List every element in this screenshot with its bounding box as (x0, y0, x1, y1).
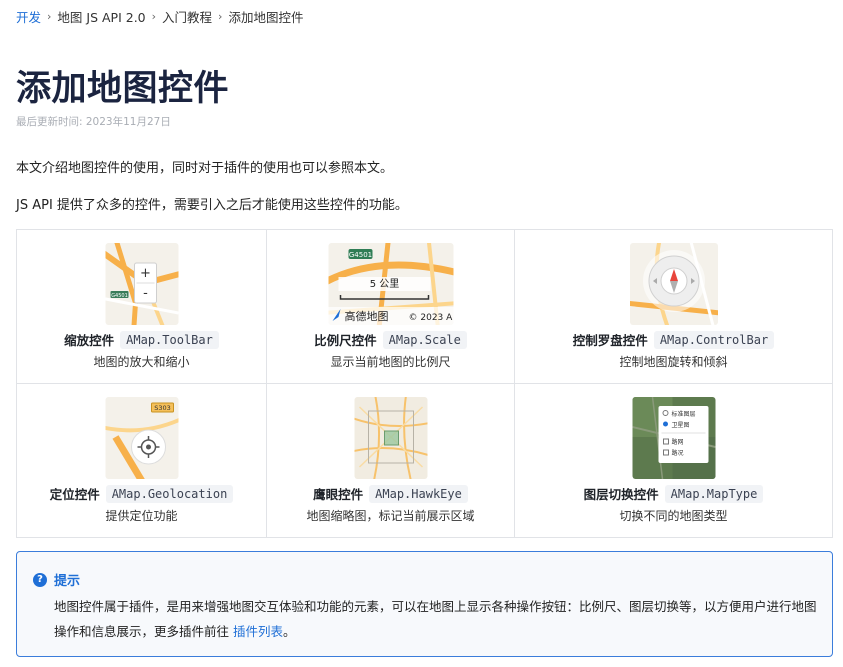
tip-text: 地图控件属于插件，是用来增强地图交互体验和功能的元素，可以在地图上显示各种操作按… (54, 599, 817, 639)
chevron-right-icon: › (47, 9, 52, 23)
control-name: 缩放控件 (64, 333, 115, 348)
control-code: AMap.Scale (382, 330, 467, 349)
control-card-hawkeye: 鹰眼控件 AMap.HawkEye 地图缩略图，标记当前展示区域 (267, 384, 515, 537)
breadcrumb-item-develop[interactable]: 开发 (16, 7, 41, 26)
toolbar-thumbnail: + - G4501 (105, 243, 178, 325)
control-name: 图层切换控件 (583, 487, 659, 502)
control-caption: 定位控件 AMap.Geolocation (17, 484, 266, 503)
control-name: 控制罗盘控件 (572, 333, 648, 348)
control-name: 比例尺控件 (314, 333, 377, 348)
control-code: AMap.MapType (664, 484, 764, 503)
scale-label: 5 公里 (369, 278, 399, 290)
last-updated: 最后更新时间: 2023年11月27日 (16, 116, 171, 128)
control-caption: 图层切换控件 AMap.MapType (515, 484, 832, 503)
control-name: 鹰眼控件 (313, 487, 364, 502)
control-code: AMap.HawkEye (369, 484, 468, 503)
zoom-out-icon: - (143, 286, 148, 301)
road-label: G4501 (348, 251, 371, 259)
intro-paragraph: 本文介绍地图控件的使用，同时对于插件的使用也可以参照本文。 (16, 161, 394, 176)
control-code: AMap.ToolBar (120, 330, 219, 349)
control-caption: 比例尺控件 AMap.Scale (267, 330, 514, 349)
control-desc: 提供定位功能 (105, 509, 178, 523)
layer-option: 标准图层 (671, 410, 695, 418)
breadcrumb: 开发 › 地图 JS API 2.0 › 入门教程 › 添加地图控件 (16, 6, 303, 26)
tip-callout: ? 提示 地图控件属于插件，是用来增强地图交互体验和功能的元素，可以在地图上显示… (16, 551, 833, 657)
control-code: AMap.ControlBar (653, 330, 775, 349)
layer-option: 路况 (671, 449, 683, 457)
breadcrumb-item-tutorial[interactable]: 入门教程 (162, 7, 212, 26)
amap-logo: 高德地图 (344, 309, 388, 323)
control-name: 定位控件 (49, 487, 100, 502)
compass-thumbnail (629, 243, 718, 325)
road-label: G4501 (111, 293, 128, 299)
page-title: 添加地图控件 (16, 69, 230, 109)
control-desc: 地图的放大和缩小 (93, 355, 190, 369)
tip-title: 提示 (54, 574, 81, 589)
control-caption: 缩放控件 AMap.ToolBar (17, 330, 266, 349)
breadcrumb-item-current: 添加地图控件 (228, 9, 304, 25)
control-caption: 鹰眼控件 AMap.HawkEye (267, 484, 514, 503)
layer-option: 卫星图 (671, 422, 689, 429)
control-card-controlbar: 控制罗盘控件 AMap.ControlBar 控制地图旋转和倾斜 (515, 230, 832, 384)
scale-thumbnail: G4501 5 公里 高德地图 © 2023 A (328, 243, 453, 325)
control-card-toolbar: + - G4501 缩放控件 AMap.ToolBar 地图的放大和缩小 (17, 230, 267, 384)
control-card-maptype: 标准图层 卫星图 路网 路况 图层切换控件 AMap.MapType 切换不同的… (515, 384, 832, 537)
controls-grid: + - G4501 缩放控件 AMap.ToolBar 地图的放大和缩小 G45… (16, 229, 833, 538)
plugin-list-link[interactable]: 插件列表 (233, 624, 283, 639)
intro-paragraph-2: JS API 提供了众多的控件，需要引入之后才能使用这些控件的功能。 (16, 198, 408, 213)
tip-text-end: 。 (283, 624, 296, 639)
layer-option: 路网 (671, 438, 683, 446)
control-caption: 控制罗盘控件 AMap.ControlBar (515, 330, 832, 349)
control-card-geolocation: S303 定位控件 AMap.Geolocation 提供定位功能 (17, 384, 267, 537)
control-card-scale: G4501 5 公里 高德地图 © 2023 A 比例尺控件 AMap.Scal… (267, 230, 515, 384)
copyright-text: © 2023 A (408, 313, 453, 323)
tip-header: ? 提示 (33, 570, 80, 589)
control-desc: 地图缩略图，标记当前展示区域 (306, 509, 475, 523)
geolocation-thumbnail: S303 (105, 397, 178, 479)
breadcrumb-item-jsapi[interactable]: 地图 JS API 2.0 (57, 7, 145, 26)
control-desc: 切换不同的地图类型 (619, 509, 728, 523)
control-desc: 显示当前地图的比例尺 (330, 355, 451, 369)
tip-body: 地图控件属于插件，是用来增强地图交互体验和功能的元素，可以在地图上显示各种操作按… (54, 594, 824, 644)
question-circle-icon: ? (33, 572, 47, 587)
zoom-in-icon: + (140, 266, 151, 281)
chevron-right-icon: › (151, 9, 157, 23)
chevron-right-icon: › (218, 9, 223, 23)
hawkeye-thumbnail (354, 397, 427, 479)
control-code: AMap.Geolocation (105, 484, 234, 503)
road-label: S303 (154, 404, 171, 412)
maptype-thumbnail: 标准图层 卫星图 路网 路况 (632, 397, 715, 479)
control-desc: 控制地图旋转和倾斜 (619, 355, 728, 369)
